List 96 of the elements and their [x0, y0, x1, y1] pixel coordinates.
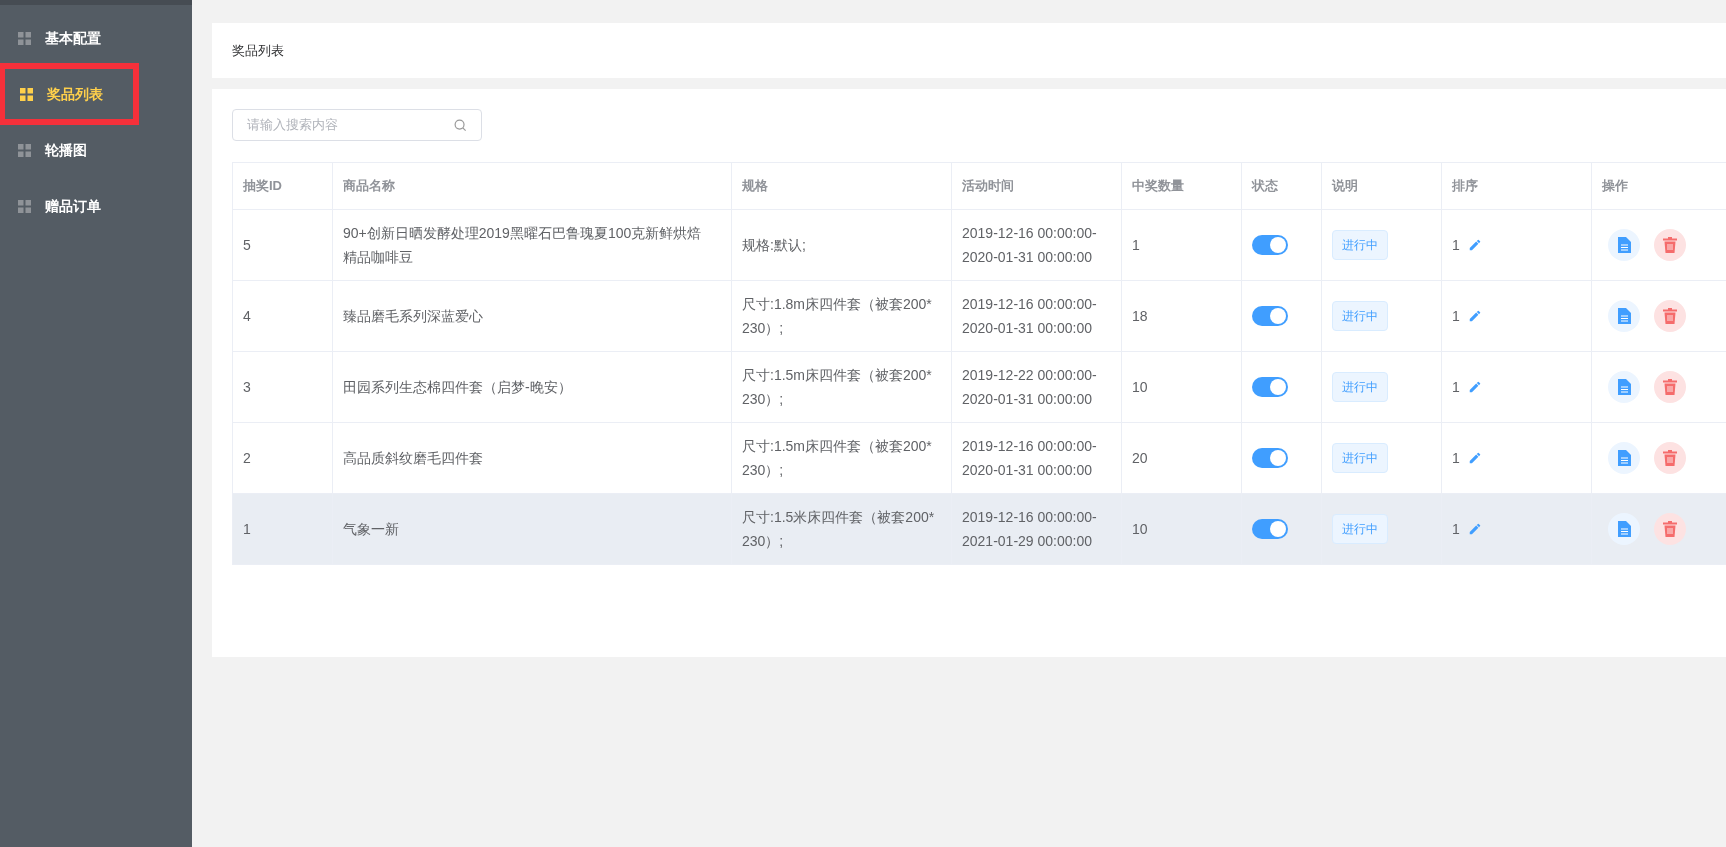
sort-value: 1 [1452, 520, 1460, 539]
toggle-switch[interactable] [1252, 519, 1288, 539]
document-button[interactable] [1608, 442, 1640, 474]
table-cell-text: 2020-01-31 00:00:00 [962, 461, 1093, 480]
toggle-switch[interactable] [1252, 377, 1288, 397]
sort-value: 1 [1452, 236, 1460, 255]
column-header: 操作 [1602, 178, 1628, 194]
document-icon [1617, 450, 1631, 466]
column-header: 说明 [1332, 178, 1358, 194]
table-cell-text: 尺寸:1.5m床四件套（被套200*230）; [742, 437, 933, 480]
table-row[interactable]: 4 臻品磨毛系列深蓝爱心 尺寸:1.8m床四件套（被套200*230）; 2019-12-16 00:00:00- 2020-01-31 00:00:00 18 进行中 1 [232, 280, 1726, 352]
table-cell: 10 [1132, 521, 1148, 537]
sort-value: 1 [1452, 307, 1460, 326]
table-cell-text: 尺寸:1.5m床四件套（被套200*230）; [742, 366, 933, 409]
status-tag: 进行中 [1332, 514, 1388, 544]
grid-icon [18, 199, 31, 213]
column-header: 规格 [742, 178, 768, 194]
page-title: 奖品列表 [232, 41, 284, 60]
document-button[interactable] [1608, 371, 1640, 403]
document-button[interactable] [1608, 229, 1640, 261]
table-cell: 3 [243, 379, 251, 395]
status-tag: 进行中 [1332, 230, 1388, 260]
toggle-switch[interactable] [1252, 306, 1288, 326]
delete-button[interactable] [1654, 229, 1686, 261]
table-cell: 1 [243, 521, 251, 537]
table-cell: 1 [1132, 237, 1140, 253]
column-header: 排序 [1452, 178, 1478, 194]
table-cell: 4 [243, 308, 251, 324]
table-row[interactable]: 3 田园系列生态棉四件套（启梦-晚安） 尺寸:1.5m床四件套（被套200*230）; 2019-12-22 00:00:00- 2020-01-31 00:00:00 10 进行中 1 [232, 351, 1726, 423]
table-cell-text: 90+创新日晒发酵处理2019黑曜石巴鲁瑰夏100克新鲜烘焙精品咖啡豆 [343, 224, 703, 267]
document-icon [1617, 379, 1631, 395]
column-header: 中奖数量 [1132, 178, 1184, 194]
sidebar-item[interactable]: 赠品订单 [0, 178, 192, 234]
pencil-icon[interactable] [1467, 380, 1482, 394]
table-cell-text: 高品质斜纹磨毛四件套 [343, 449, 484, 468]
trash-icon [1663, 379, 1677, 395]
table-cell: 2 [243, 450, 251, 466]
toggle-switch[interactable] [1252, 235, 1288, 255]
sidebar-item[interactable]: 奖品列表 [2, 66, 136, 122]
status-tag: 进行中 [1332, 301, 1388, 331]
grid-icon [20, 87, 33, 101]
grid-icon [18, 31, 31, 45]
toggle-switch[interactable] [1252, 448, 1288, 468]
sort-value: 1 [1452, 449, 1460, 468]
table-cell-text: 2019-12-22 00:00:00- [962, 366, 1098, 385]
table-cell-text: 2020-01-31 00:00:00 [962, 390, 1093, 409]
search-icon [454, 118, 467, 132]
trash-icon [1663, 237, 1677, 253]
trash-icon [1663, 450, 1677, 466]
document-icon [1617, 237, 1631, 253]
column-header: 抽奖ID [243, 178, 282, 194]
sort-value: 1 [1452, 378, 1460, 397]
sidebar-item[interactable]: 基本配置 [0, 10, 192, 66]
trash-icon [1663, 308, 1677, 324]
search-field[interactable]: 请输入搜索内容 [232, 109, 482, 141]
pencil-icon[interactable] [1467, 522, 1482, 536]
column-header: 状态 [1252, 178, 1278, 194]
table-cell-text: 田园系列生态棉四件套（启梦-晚安） [343, 378, 573, 397]
table-cell-text: 2019-12-16 00:00:00- [962, 295, 1098, 314]
table-cell-text: 2020-01-31 00:00:00 [962, 248, 1093, 267]
pencil-icon[interactable] [1467, 309, 1482, 323]
table-cell: 5 [243, 237, 251, 253]
table-row[interactable]: 5 90+创新日晒发酵处理2019黑曜石巴鲁瑰夏100克新鲜烘焙精品咖啡豆 规格:默认; 2019-12-16 00:00:00- 2020-01-31 00:00:00 1 进行中 1 [232, 209, 1726, 281]
search-input[interactable]: 请输入搜索内容 [247, 115, 437, 135]
table-cell-text: 气象一新 [343, 520, 400, 539]
table-cell-text: 尺寸:1.5米床四件套（被套200*230）; [742, 508, 936, 551]
grid-icon [18, 143, 31, 157]
table-cell-text: 2021-01-29 00:00:00 [962, 532, 1093, 551]
table-cell: 18 [1132, 308, 1148, 324]
document-icon [1617, 308, 1631, 324]
table-cell-text: 臻品磨毛系列深蓝爱心 [343, 307, 484, 326]
delete-button[interactable] [1654, 371, 1686, 403]
document-button[interactable] [1608, 513, 1640, 545]
table-cell-text: 2020-01-31 00:00:00 [962, 319, 1093, 338]
sidebar-item[interactable]: 轮播图 [0, 122, 192, 178]
table-cell-text: 规格:默认; [742, 236, 807, 255]
delete-button[interactable] [1654, 300, 1686, 332]
pencil-icon[interactable] [1467, 451, 1482, 465]
table-cell: 20 [1132, 450, 1148, 466]
delete-button[interactable] [1654, 442, 1686, 474]
table-cell-text: 尺寸:1.8m床四件套（被套200*230）; [742, 295, 933, 338]
table-cell: 10 [1132, 379, 1148, 395]
status-tag: 进行中 [1332, 372, 1388, 402]
trash-icon [1663, 521, 1677, 537]
column-header: 商品名称 [343, 178, 395, 194]
delete-button[interactable] [1654, 513, 1686, 545]
pencil-icon[interactable] [1467, 238, 1482, 252]
table-row[interactable]: 2 高品质斜纹磨毛四件套 尺寸:1.5m床四件套（被套200*230）; 2019-12-16 00:00:00- 2020-01-31 00:00:00 20 进行中 1 [232, 422, 1726, 494]
table-row[interactable]: 1 气象一新 尺寸:1.5米床四件套（被套200*230）; 2019-12-16 00:00:00- 2021-01-29 00:00:00 10 进行中 1 [232, 493, 1726, 565]
column-header: 活动时间 [962, 178, 1014, 194]
document-icon [1617, 521, 1631, 537]
status-tag: 进行中 [1332, 443, 1388, 473]
table-cell-text: 2019-12-16 00:00:00- [962, 224, 1098, 243]
table-cell-text: 2019-12-16 00:00:00- [962, 437, 1098, 456]
table-cell-text: 2019-12-16 00:00:00- [962, 508, 1098, 527]
document-button[interactable] [1608, 300, 1640, 332]
